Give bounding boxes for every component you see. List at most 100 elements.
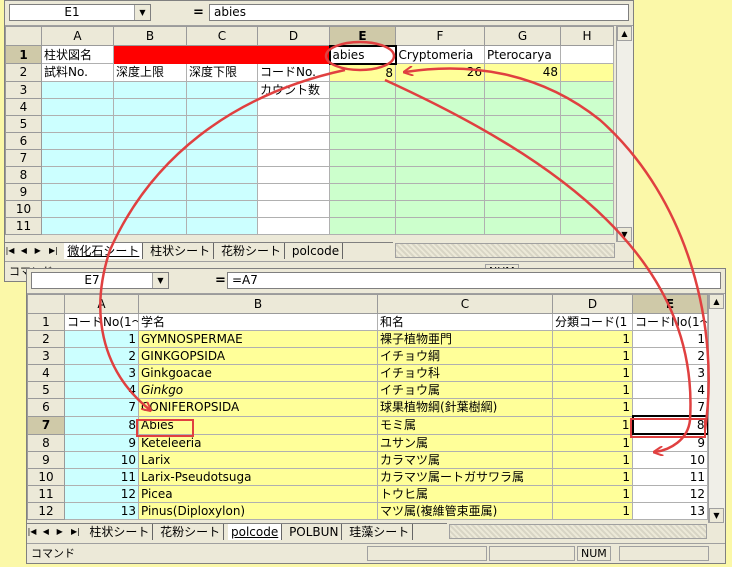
row-header[interactable]: 2 — [27, 330, 65, 348]
cell[interactable] — [257, 148, 330, 167]
cell[interactable] — [560, 131, 614, 150]
cell[interactable] — [257, 114, 330, 133]
cell[interactable] — [560, 182, 614, 201]
cell-e[interactable]: 7 — [632, 398, 708, 417]
cell[interactable] — [186, 131, 258, 150]
cell-code[interactable]: 1 — [64, 330, 139, 348]
cell[interactable] — [41, 114, 114, 133]
bottom-name-box[interactable]: E7 ▼ — [31, 272, 169, 289]
row-header[interactable]: 3 — [5, 80, 42, 99]
cell[interactable] — [41, 131, 114, 150]
cell-class-code[interactable]: 1 — [552, 415, 633, 435]
cell[interactable] — [257, 131, 330, 150]
cell-class-code[interactable]: 1 — [552, 381, 633, 399]
cell[interactable] — [560, 148, 614, 167]
cell[interactable] — [395, 131, 485, 150]
cell[interactable] — [113, 216, 187, 235]
cell-code[interactable]: 10 — [64, 451, 139, 469]
top-name-box[interactable]: E1 ▼ — [9, 4, 151, 21]
cell-e[interactable]: 4 — [632, 381, 708, 399]
cell-c2[interactable]: 深度下限 — [186, 63, 258, 82]
cell[interactable] — [329, 131, 396, 150]
cell-b1[interactable] — [113, 45, 187, 64]
row-header[interactable]: 4 — [5, 97, 42, 116]
tab-polcode[interactable]: polcode — [228, 524, 283, 540]
cell[interactable] — [186, 148, 258, 167]
row-header[interactable]: 10 — [27, 468, 65, 486]
cell-e2[interactable]: 8 — [329, 63, 396, 82]
cell-code[interactable]: 12 — [64, 485, 139, 503]
scroll-down-icon[interactable]: ▼ — [709, 508, 724, 523]
col-header-d[interactable]: D — [257, 26, 330, 46]
cell-a1[interactable]: 柱状図名 — [41, 45, 114, 64]
cell-class-code[interactable]: 1 — [552, 502, 633, 520]
cell[interactable] — [41, 199, 114, 218]
cell-h3[interactable] — [560, 80, 614, 99]
row-header[interactable]: 7 — [5, 148, 42, 167]
cell-japanese-name[interactable]: 裸子植物亜門 — [377, 330, 553, 348]
cell-code[interactable]: 4 — [64, 381, 139, 399]
cell-scientific-name[interactable]: Larix — [138, 451, 378, 469]
col-header-f[interactable]: F — [395, 26, 485, 46]
row-header[interactable]: 6 — [27, 398, 65, 417]
scroll-down-icon[interactable]: ▼ — [617, 227, 632, 242]
cell[interactable] — [560, 165, 614, 184]
tab-column-sheet[interactable]: 柱状シート — [147, 243, 215, 259]
cell-class-code[interactable]: 1 — [552, 398, 633, 417]
cell-f3[interactable] — [395, 80, 485, 99]
cell-e1-selected[interactable]: abies — [328, 44, 397, 65]
cell-d3[interactable]: カウント数 — [257, 80, 330, 99]
cell[interactable] — [395, 216, 485, 235]
cell[interactable] — [186, 182, 258, 201]
cell-a3[interactable] — [41, 80, 114, 99]
tab-last-icon[interactable]: ▶| — [46, 243, 60, 259]
row-header[interactable]: 5 — [5, 114, 42, 133]
cell-h1[interactable] — [560, 45, 614, 64]
cell-code[interactable]: 9 — [64, 433, 139, 452]
cell-scientific-name[interactable]: Ginkgo — [138, 381, 378, 399]
cell-scientific-name[interactable]: Pinus(Diploxylon) — [138, 502, 378, 520]
cell-d2[interactable]: コードNo. — [257, 63, 330, 82]
cell[interactable] — [329, 165, 396, 184]
cell[interactable] — [257, 97, 330, 116]
cell[interactable] — [257, 199, 330, 218]
cell-class-code[interactable]: 1 — [552, 433, 633, 452]
cell[interactable] — [113, 114, 187, 133]
col-header-h[interactable]: H — [560, 26, 614, 46]
cell-japanese-name[interactable]: モミ属 — [377, 415, 553, 435]
row-header[interactable]: 3 — [27, 347, 65, 365]
bottom-vertical-scrollbar[interactable]: ▲ ▼ — [708, 294, 725, 523]
cell[interactable] — [329, 199, 396, 218]
cell[interactable] — [484, 148, 561, 167]
row-header[interactable]: 5 — [27, 381, 65, 399]
row-header[interactable]: 12 — [27, 502, 65, 520]
tab-first-icon[interactable]: |◀ — [27, 524, 37, 540]
cell-japanese-name[interactable]: 球果植物綱(針葉樹綱) — [377, 398, 553, 417]
bottom-formula-input[interactable]: =A7 — [227, 272, 721, 289]
cell-class-code[interactable]: 1 — [552, 485, 633, 503]
col-header-g[interactable]: G — [484, 26, 561, 46]
cell-c1[interactable] — [186, 45, 258, 64]
cell-e[interactable]: 11 — [632, 468, 708, 486]
col-header-d[interactable]: D — [552, 294, 633, 314]
cell[interactable] — [395, 97, 485, 116]
cell[interactable] — [560, 216, 614, 235]
cell-japanese-name[interactable]: カラマツ属 — [377, 451, 553, 469]
row-header[interactable]: 8 — [27, 433, 65, 452]
col-header-b[interactable]: B — [113, 26, 187, 46]
cell-e7-selected[interactable]: 8 — [631, 415, 709, 435]
cell-g1[interactable]: Pterocarya — [484, 45, 561, 64]
top-vertical-scrollbar[interactable]: ▲ ▼ — [616, 26, 633, 242]
cell-scientific-name[interactable]: Larix-Pseudotsuga — [138, 468, 378, 486]
cell-japanese-name[interactable]: ユサン属 — [377, 433, 553, 452]
cell[interactable] — [484, 216, 561, 235]
header-cell-class-code[interactable]: 分類コード(1 — [552, 313, 633, 331]
cell-b3[interactable] — [113, 80, 187, 99]
cell[interactable] — [41, 216, 114, 235]
cell-class-code[interactable]: 1 — [552, 347, 633, 365]
cell-e[interactable]: 2 — [632, 347, 708, 365]
cell[interactable] — [41, 148, 114, 167]
header-cell-code-no[interactable]: コードNo(1～ — [64, 313, 139, 331]
col-header-a[interactable]: A — [64, 294, 139, 314]
cell[interactable] — [257, 216, 330, 235]
